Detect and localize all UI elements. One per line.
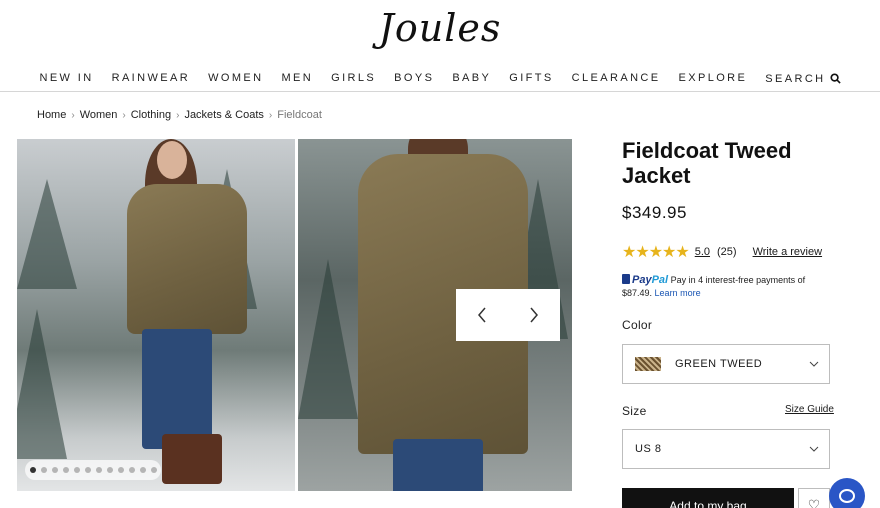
product-title: Fieldcoat Tweed Jacket <box>622 138 792 188</box>
carousel-dot[interactable] <box>29 467 36 473</box>
nav-item-new-in[interactable]: NEW IN <box>30 66 102 91</box>
nav-search[interactable]: SEARCH <box>756 66 849 91</box>
search-icon <box>829 73 841 84</box>
rating-value-link[interactable]: 5.0 <box>695 246 710 258</box>
paypal-learn-more-link[interactable]: Learn more <box>655 288 701 298</box>
chat-bubble-icon <box>839 489 855 503</box>
chat-button[interactable] <box>829 478 865 508</box>
search-label: SEARCH <box>765 72 826 85</box>
paypal-icon <box>622 274 630 284</box>
wishlist-button[interactable]: ♡ <box>798 488 830 508</box>
size-label: Size <box>622 404 647 418</box>
chevron-down-icon <box>809 359 819 370</box>
carousel-dot[interactable] <box>40 467 47 473</box>
carousel-dot[interactable] <box>106 467 113 473</box>
product-rating: ★★★★★ 5.0 (25) Write a review <box>622 242 822 262</box>
product-image-1[interactable] <box>17 139 295 491</box>
main-nav: NEW IN RAINWEAR WOMEN MEN GIRLS BOYS BAB… <box>0 66 880 92</box>
gallery-next-button[interactable] <box>508 289 560 341</box>
nav-item-explore[interactable]: EXPLORE <box>670 66 757 91</box>
paypal-logo-pal: Pal <box>651 274 669 286</box>
nav-item-girls[interactable]: GIRLS <box>322 66 385 91</box>
carousel-dot[interactable] <box>95 467 102 473</box>
model-boots <box>162 434 222 484</box>
carousel-dot[interactable] <box>117 467 124 473</box>
color-label: Color <box>622 318 653 332</box>
product-price: $349.95 <box>622 203 687 222</box>
chevron-right-icon: › <box>268 109 273 121</box>
size-guide-link[interactable]: Size Guide <box>785 404 834 415</box>
breadcrumb-clothing[interactable]: Clothing <box>131 109 171 121</box>
tree-shape <box>17 179 77 289</box>
breadcrumb: Home › Women › Clothing › Jackets & Coat… <box>37 109 322 121</box>
model-head <box>157 141 187 179</box>
carousel-dot[interactable] <box>62 467 69 473</box>
breadcrumb-jackets-coats[interactable]: Jackets & Coats <box>184 109 263 121</box>
logo-text: Joules <box>378 6 502 50</box>
heart-icon: ♡ <box>807 497 821 508</box>
model-jeans <box>142 329 212 449</box>
color-select[interactable]: GREEN TWEED <box>622 344 830 384</box>
chevron-left-icon <box>478 307 486 323</box>
color-swatch <box>635 357 661 371</box>
paypal-message: PayPal Pay in 4 interest-free payments o… <box>622 274 822 300</box>
carousel-dot[interactable] <box>128 467 135 473</box>
chevron-right-icon: › <box>71 109 75 121</box>
rating-count: (25) <box>717 246 737 258</box>
nav-item-gifts[interactable]: GIFTS <box>500 66 562 91</box>
carousel-dot[interactable] <box>150 467 157 473</box>
model-jeans <box>393 439 483 491</box>
nav-item-baby[interactable]: BABY <box>443 66 500 91</box>
carousel-dots <box>25 460 161 480</box>
nav-item-men[interactable]: MEN <box>272 66 322 91</box>
size-value: US 8 <box>635 443 662 455</box>
breadcrumb-current: Fieldcoat <box>277 109 322 121</box>
carousel-dot[interactable] <box>51 467 58 473</box>
nav-item-rainwear[interactable]: RAINWEAR <box>103 66 199 91</box>
model-coat <box>127 184 247 334</box>
chevron-down-icon <box>809 444 819 455</box>
add-to-bag-button[interactable]: Add to my bag <box>622 488 794 508</box>
chevron-right-icon <box>530 307 538 323</box>
nav-item-clearance[interactable]: CLEARANCE <box>563 66 670 91</box>
tree-shape <box>298 259 358 419</box>
breadcrumb-home[interactable]: Home <box>37 109 66 121</box>
nav-item-women[interactable]: WOMEN <box>199 66 272 91</box>
carousel-dot[interactable] <box>139 467 146 473</box>
gallery-prev-button[interactable] <box>456 289 508 341</box>
nav-item-boys[interactable]: BOYS <box>385 66 443 91</box>
tree-shape <box>17 309 67 459</box>
paypal-logo: PayPal <box>622 274 668 286</box>
carousel-dot[interactable] <box>73 467 80 473</box>
color-value: GREEN TWEED <box>675 358 763 370</box>
carousel-dot[interactable] <box>84 467 91 473</box>
chevron-right-icon: › <box>122 109 126 121</box>
chevron-right-icon: › <box>176 109 180 121</box>
star-rating-icon: ★★★★★ <box>622 244 690 261</box>
breadcrumb-women[interactable]: Women <box>80 109 118 121</box>
size-select[interactable]: US 8 <box>622 429 830 469</box>
write-review-link[interactable]: Write a review <box>753 246 822 258</box>
paypal-logo-pay: Pay <box>632 274 652 286</box>
brand-logo[interactable]: Joules <box>0 2 880 54</box>
